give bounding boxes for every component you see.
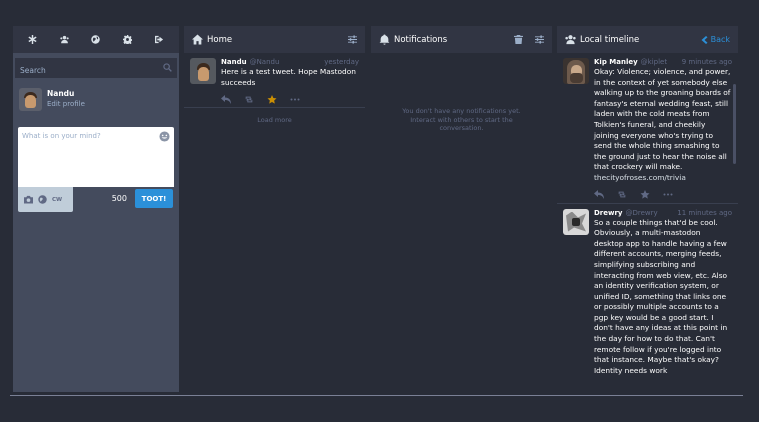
status-text: Here is a test tweet. Hope Mastodon succ… xyxy=(221,67,356,87)
search-box xyxy=(15,58,177,81)
reply-button[interactable] xyxy=(221,89,231,108)
character-counter: 500 xyxy=(111,194,127,203)
edit-profile-link[interactable]: Edit profile xyxy=(47,100,85,108)
column-title: Home xyxy=(207,34,233,45)
ellipsis-icon xyxy=(663,193,673,196)
status[interactable]: Kip Manley @kiplet 9 minutes ago Okay: V… xyxy=(557,53,738,204)
globe-icon[interactable] xyxy=(38,195,47,204)
cw-button[interactable]: CW xyxy=(52,197,62,203)
status-timestamp[interactable]: 11 minutes ago xyxy=(677,209,732,217)
status-actions xyxy=(221,93,359,104)
status-account[interactable]: @Drewry xyxy=(626,209,658,217)
emoji-icon[interactable] xyxy=(159,131,170,142)
compose-textarea[interactable] xyxy=(18,127,174,187)
status-timestamp[interactable]: 9 minutes ago xyxy=(682,58,732,66)
reply-icon xyxy=(221,94,231,104)
sliders-icon[interactable] xyxy=(535,35,544,44)
more-button[interactable] xyxy=(663,184,673,203)
local-timeline-column-header[interactable]: Local timeline Back xyxy=(557,26,738,53)
column-title: Notifications xyxy=(394,34,448,45)
back-label: Back xyxy=(710,35,730,44)
empty-notifications-message: You don't have any notifications yet. In… xyxy=(402,107,521,132)
camera-icon[interactable] xyxy=(24,195,33,204)
search-input[interactable] xyxy=(15,60,177,81)
scrollbar[interactable] xyxy=(733,84,736,164)
status-text: So a couple things that'd be cool. Obvio… xyxy=(594,217,728,375)
favourite-button[interactable] xyxy=(267,89,277,108)
chevron-left-icon xyxy=(701,35,708,44)
bell-icon xyxy=(379,34,390,45)
status[interactable]: Nandu @Nandu yesterday Here is a test tw… xyxy=(184,53,365,109)
compose-nav xyxy=(13,26,179,53)
notifications-column-header[interactable]: Notifications xyxy=(371,26,552,53)
local-timeline-column: Local timeline Back Kip Manley @kiplet 9… xyxy=(557,26,738,392)
search-icon[interactable] xyxy=(163,63,172,72)
more-button[interactable] xyxy=(290,89,300,108)
compose-options: CW xyxy=(18,187,73,212)
globe-icon[interactable] xyxy=(91,35,101,44)
sign-out-icon[interactable] xyxy=(154,35,164,44)
reply-button[interactable] xyxy=(594,184,604,203)
sliders-icon[interactable] xyxy=(348,35,357,44)
column-title: Local timeline xyxy=(580,34,640,45)
favourite-button[interactable] xyxy=(640,184,650,203)
status[interactable]: Drewry @Drewry 11 minutes ago So a coupl… xyxy=(557,204,738,381)
toot-button[interactable]: TOOT! xyxy=(135,189,173,208)
status-display-name[interactable]: Drewry xyxy=(594,209,623,217)
divider xyxy=(10,395,743,396)
avatar[interactable] xyxy=(19,88,42,111)
compose-form xyxy=(18,127,174,187)
status-display-name[interactable]: Nandu xyxy=(221,58,247,66)
users-icon xyxy=(565,35,576,45)
current-user: Nandu Edit profile xyxy=(19,88,179,111)
status-text: Okay: Violence; violence, and power, in … xyxy=(594,67,731,172)
boost-button[interactable] xyxy=(617,184,627,203)
users-icon[interactable] xyxy=(60,35,69,44)
asterisk-icon[interactable] xyxy=(28,35,37,44)
status-account[interactable]: @kiplet xyxy=(641,58,667,66)
reply-icon xyxy=(594,190,604,200)
home-icon xyxy=(192,34,203,45)
avatar[interactable] xyxy=(563,208,589,235)
status-link[interactable]: thecityofroses.com/trivia xyxy=(594,173,732,184)
user-display-name: Nandu xyxy=(47,89,75,98)
notifications-column: Notifications You don't have any notific… xyxy=(371,26,552,392)
retweet-icon xyxy=(245,96,253,103)
status-timestamp[interactable]: yesterday xyxy=(324,58,359,66)
star-icon xyxy=(640,190,650,199)
status-display-name[interactable]: Kip Manley xyxy=(594,58,638,66)
status-account[interactable]: @Nandu xyxy=(250,58,280,66)
load-more-button[interactable]: Load more xyxy=(184,108,365,132)
compose-column: Nandu Edit profile CW 500 TOOT! xyxy=(13,26,179,392)
back-button[interactable]: Back xyxy=(701,35,730,44)
status-actions xyxy=(594,189,732,200)
ellipsis-icon xyxy=(290,98,300,101)
home-column: Home Nandu @Nandu yesterday Here is a te… xyxy=(184,26,365,392)
gear-icon[interactable] xyxy=(123,35,133,44)
avatar[interactable] xyxy=(190,58,216,84)
compose-submit: 500 TOOT! xyxy=(112,189,173,208)
retweet-icon xyxy=(618,191,626,198)
trash-icon[interactable] xyxy=(514,35,523,44)
avatar[interactable] xyxy=(563,58,589,84)
star-icon xyxy=(267,94,277,104)
boost-button[interactable] xyxy=(244,89,254,108)
home-column-header[interactable]: Home xyxy=(184,26,365,53)
